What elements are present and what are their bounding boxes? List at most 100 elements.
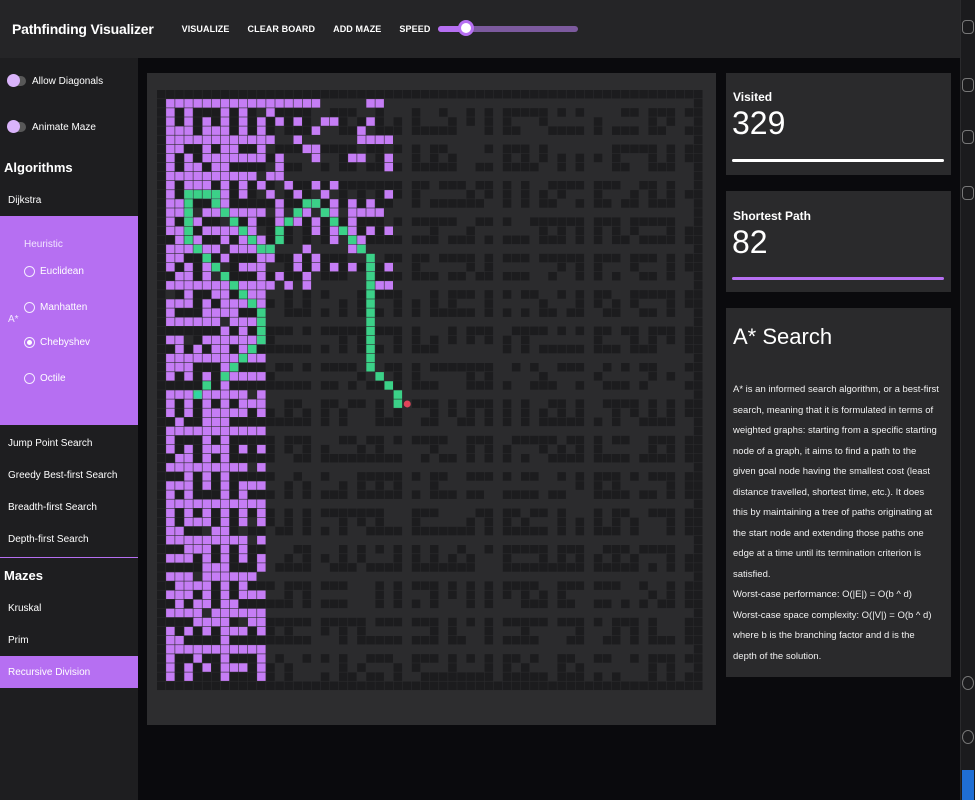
wall-cell[interactable] [484,681,494,691]
wall-cell[interactable] [393,253,403,263]
wall-cell[interactable] [621,617,630,627]
wall-cell[interactable] [157,281,166,290]
wall-cell[interactable] [557,190,566,199]
wall-cell[interactable] [612,508,621,518]
wall-cell[interactable] [329,272,339,281]
wall-cell[interactable] [666,563,676,572]
path-cell[interactable] [329,217,339,226]
visited-cell[interactable] [275,272,284,281]
wall-cell[interactable] [248,162,257,172]
wall-cell[interactable] [284,517,293,527]
wall-cell[interactable] [466,199,475,208]
path-cell[interactable] [293,208,303,217]
wall-cell[interactable] [557,408,566,418]
wall-cell[interactable] [557,181,566,190]
wall-cell[interactable] [157,290,166,299]
wall-cell[interactable] [502,335,512,345]
visited-cell[interactable] [184,181,193,190]
radio-button[interactable] [24,266,35,277]
wall-cell[interactable] [157,308,166,317]
wall-cell[interactable] [466,399,475,408]
wall-cell[interactable] [202,344,212,354]
wall-cell[interactable] [211,545,221,554]
wall-cell[interactable] [384,617,394,627]
visited-cell[interactable] [220,363,230,372]
wall-cell[interactable] [657,636,667,645]
wall-cell[interactable] [484,108,494,117]
visited-cell[interactable] [166,663,175,672]
wall-cell[interactable] [411,399,421,408]
visited-cell[interactable] [348,226,357,236]
visited-cell[interactable] [220,253,230,263]
wall-cell[interactable] [457,672,466,681]
visited-cell[interactable] [238,581,248,590]
wall-cell[interactable] [602,490,612,499]
wall-cell[interactable] [693,545,703,554]
wall-cell[interactable] [593,90,603,99]
path-cell[interactable] [257,308,266,317]
visited-cell[interactable] [229,208,239,217]
wall-cell[interactable] [448,299,457,308]
visited-cell[interactable] [202,417,212,427]
visited-cell[interactable] [329,235,339,245]
wall-cell[interactable] [175,399,184,408]
wall-cell[interactable] [384,199,394,208]
wall-cell[interactable] [557,326,566,336]
visited-cell[interactable] [202,208,212,217]
maze-prim[interactable]: Prim [0,624,138,656]
wall-cell[interactable] [502,681,512,691]
wall-cell[interactable] [521,517,530,527]
wall-cell[interactable] [175,190,184,199]
wall-cell[interactable] [648,326,657,336]
wall-cell[interactable] [693,508,703,518]
wall-cell[interactable] [466,672,475,681]
wall-cell[interactable] [166,272,175,281]
visited-cell[interactable] [248,244,257,254]
visited-cell[interactable] [193,162,202,172]
wall-cell[interactable] [166,545,175,554]
wall-cell[interactable] [648,454,657,463]
wall-cell[interactable] [393,372,403,381]
wall-cell[interactable] [693,654,703,663]
visited-cell[interactable] [320,190,330,199]
wall-cell[interactable] [648,672,657,681]
wall-cell[interactable] [448,490,457,499]
wall-cell[interactable] [475,181,485,190]
wall-cell[interactable] [530,108,539,117]
wall-cell[interactable] [693,244,703,254]
wall-cell[interactable] [566,681,576,691]
visited-cell[interactable] [211,444,221,454]
wall-cell[interactable] [302,563,312,572]
wall-cell[interactable] [211,253,221,263]
wall-cell[interactable] [393,117,403,126]
wall-cell[interactable] [675,90,685,99]
wall-cell[interactable] [184,308,193,317]
wall-cell[interactable] [293,417,303,427]
wall-cell[interactable] [166,599,175,609]
visited-cell[interactable] [238,508,248,518]
wall-cell[interactable] [339,272,348,281]
wall-cell[interactable] [184,435,193,445]
wall-cell[interactable] [466,526,475,536]
wall-cell[interactable] [284,681,293,691]
wall-cell[interactable] [593,262,603,272]
wall-cell[interactable] [366,654,375,663]
wall-cell[interactable] [339,435,348,445]
window-icon[interactable] [962,186,974,200]
wall-cell[interactable] [511,681,521,691]
wall-cell[interactable] [593,508,603,518]
visited-cell[interactable] [220,190,230,199]
wall-cell[interactable] [293,199,303,208]
wall-cell[interactable] [448,162,457,172]
wall-cell[interactable] [320,508,330,518]
wall-cell[interactable] [193,381,202,390]
wall-cell[interactable] [575,199,585,208]
wall-cell[interactable] [575,526,585,536]
wall-cell[interactable] [539,599,548,609]
visited-cell[interactable] [257,590,266,600]
wall-cell[interactable] [302,636,312,645]
wall-cell[interactable] [357,117,366,126]
wall-cell[interactable] [475,681,485,691]
visited-cell[interactable] [175,126,184,135]
wall-cell[interactable] [602,381,612,390]
